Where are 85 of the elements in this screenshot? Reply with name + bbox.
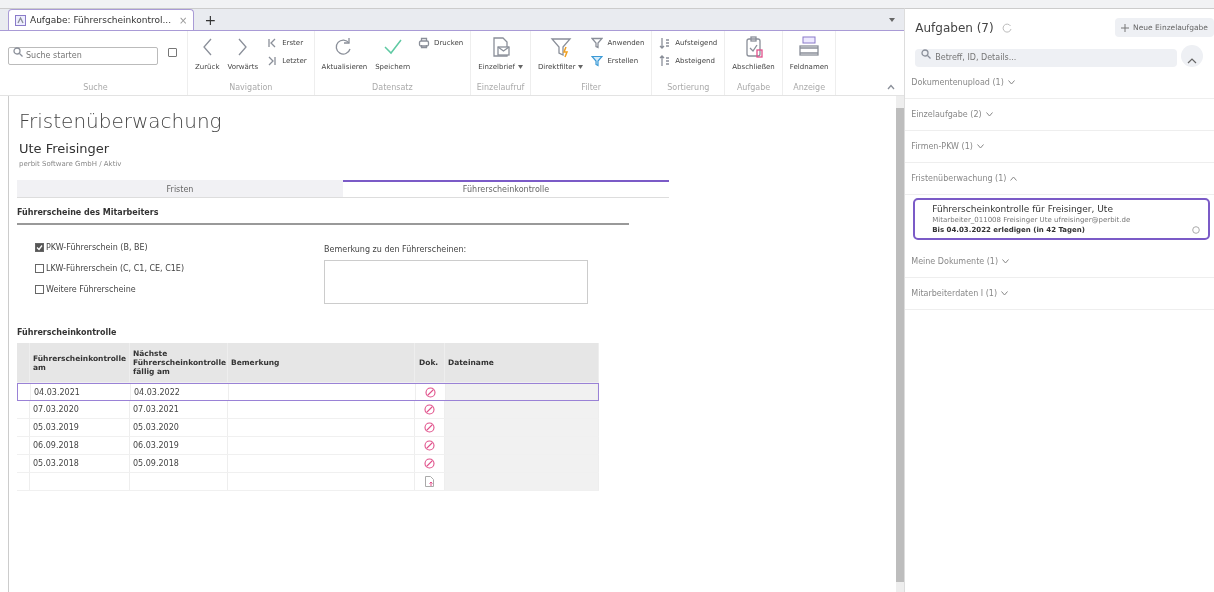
chevron-down-icon bbox=[1001, 291, 1009, 296]
back-icon bbox=[202, 38, 212, 56]
section-heading: Führerscheine des Mitarbeiters bbox=[17, 208, 629, 225]
no-entry-icon bbox=[424, 404, 435, 415]
chevron-down-icon bbox=[976, 144, 984, 149]
no-entry-icon bbox=[424, 422, 435, 433]
group-header[interactable]: Dokumentenupload (1) bbox=[905, 67, 1214, 99]
remark-field[interactable] bbox=[324, 260, 588, 304]
field-label: Bemerkung zu den Führerscheinen: bbox=[324, 245, 468, 254]
forward-icon bbox=[238, 38, 248, 56]
printer-icon bbox=[418, 37, 431, 49]
panel-title: Aufgaben (7) bbox=[915, 20, 994, 35]
checkbox[interactable] bbox=[35, 264, 44, 273]
file-upload-icon bbox=[425, 476, 434, 487]
sort-descending-icon bbox=[659, 55, 672, 67]
table-cell: 05.03.2019 bbox=[30, 419, 130, 436]
last-icon bbox=[266, 55, 279, 67]
table-row[interactable]: 07.03.2020 07.03.2021 bbox=[17, 401, 599, 419]
table-cell: 06.09.2018 bbox=[30, 437, 130, 454]
checkbox[interactable] bbox=[35, 243, 44, 252]
no-entry-icon bbox=[424, 440, 435, 451]
search-field[interactable]: Betreff, ID, Details... bbox=[915, 48, 1178, 67]
chevron-up-icon bbox=[1187, 58, 1198, 64]
table-row[interactable]: 05.03.2019 05.03.2020 bbox=[17, 419, 599, 437]
tab[interactable]: Führerscheinkontrolle bbox=[343, 180, 669, 198]
search-icon bbox=[13, 47, 23, 57]
field-names-icon bbox=[797, 35, 822, 59]
checkbox-label: Weitere Führerscheine bbox=[46, 285, 136, 294]
document-tab[interactable]: Aufgabe: Führerscheinkontrol... × bbox=[8, 9, 195, 30]
collapse-icon[interactable] bbox=[887, 84, 896, 90]
employee-name: Ute Freisinger bbox=[19, 141, 111, 156]
chevron-down-icon bbox=[1007, 80, 1015, 85]
group-label: Datensatz bbox=[371, 83, 414, 94]
search-icon bbox=[921, 49, 932, 60]
checkbox[interactable] bbox=[35, 285, 44, 294]
plus-icon bbox=[1121, 23, 1130, 32]
group-label: Filter bbox=[580, 83, 603, 94]
task-title: Führerscheinkontrolle für Freisinger, Ute bbox=[932, 204, 1114, 214]
checkbox[interactable] bbox=[168, 48, 177, 57]
table-row[interactable]: 05.03.2018 05.09.2018 bbox=[17, 455, 599, 473]
group-header[interactable]: Firmen-PKW (1) bbox=[905, 131, 1214, 163]
document-icon bbox=[15, 14, 26, 26]
table-cell: 05.03.2018 bbox=[30, 455, 130, 472]
scrollbar[interactable] bbox=[896, 96, 905, 592]
table-cell: 04.03.2021 bbox=[31, 384, 131, 400]
status-icon bbox=[1192, 226, 1200, 234]
refresh-icon[interactable] bbox=[1001, 22, 1012, 33]
sort-ascending-icon bbox=[659, 37, 672, 49]
no-entry-icon bbox=[424, 458, 435, 469]
group-label: Navigation bbox=[228, 83, 274, 94]
filter-icon bbox=[591, 37, 604, 49]
filter-icon bbox=[548, 35, 573, 59]
chevron-down-icon bbox=[1002, 259, 1010, 264]
table-cell: 06.03.2019 bbox=[130, 437, 228, 454]
group-header[interactable]: Fristenüberwachung (1) bbox=[905, 163, 1214, 195]
tab-title: Aufgabe: Führerscheinkontrol... bbox=[30, 15, 172, 25]
group-label: Sortierung bbox=[666, 83, 711, 94]
tab[interactable]: Fristen bbox=[17, 180, 343, 198]
table-cell: 05.09.2018 bbox=[130, 455, 228, 472]
table-cell: 07.03.2021 bbox=[130, 401, 228, 418]
group-label: Einzelaufruf bbox=[475, 83, 526, 94]
group-header[interactable]: Einzelaufgabe (2) bbox=[905, 99, 1214, 131]
options-button[interactable] bbox=[1181, 45, 1204, 67]
table-row[interactable]: 04.03.2021 04.03.2022 bbox=[17, 383, 599, 401]
table-cell: 05.03.2020 bbox=[130, 419, 228, 436]
no-entry-icon bbox=[425, 386, 436, 398]
filter-icon bbox=[591, 55, 604, 67]
table-cell: 07.03.2020 bbox=[30, 401, 130, 418]
group-label: Anzeige bbox=[792, 83, 827, 94]
group-header[interactable]: Mitarbeiterdaten I (1) bbox=[905, 278, 1214, 310]
group-label: Suche bbox=[82, 83, 109, 94]
search-field[interactable]: Suche starten bbox=[8, 46, 158, 65]
group-label: Aufgabe bbox=[735, 83, 772, 94]
chevron-up-icon bbox=[1010, 176, 1018, 181]
chevron-down-icon bbox=[985, 112, 993, 117]
section-heading: Führerscheinkontrolle bbox=[17, 328, 118, 337]
checkbox-label: PKW-Führerschein (B, BE) bbox=[46, 243, 148, 252]
dropdown-icon bbox=[888, 17, 897, 23]
new-tab-button[interactable]: + bbox=[204, 12, 217, 28]
checkbox-label: LKW-Führerschein (C, C1, CE, C1E) bbox=[46, 264, 185, 273]
group-header[interactable]: Meine Dokumente (1) bbox=[905, 246, 1214, 278]
table-row[interactable]: 06.09.2018 06.03.2019 bbox=[17, 437, 599, 455]
checkmark-icon bbox=[36, 244, 43, 251]
page-title: Fristenüberwachung bbox=[19, 109, 223, 133]
table-cell: 04.03.2022 bbox=[131, 384, 229, 400]
